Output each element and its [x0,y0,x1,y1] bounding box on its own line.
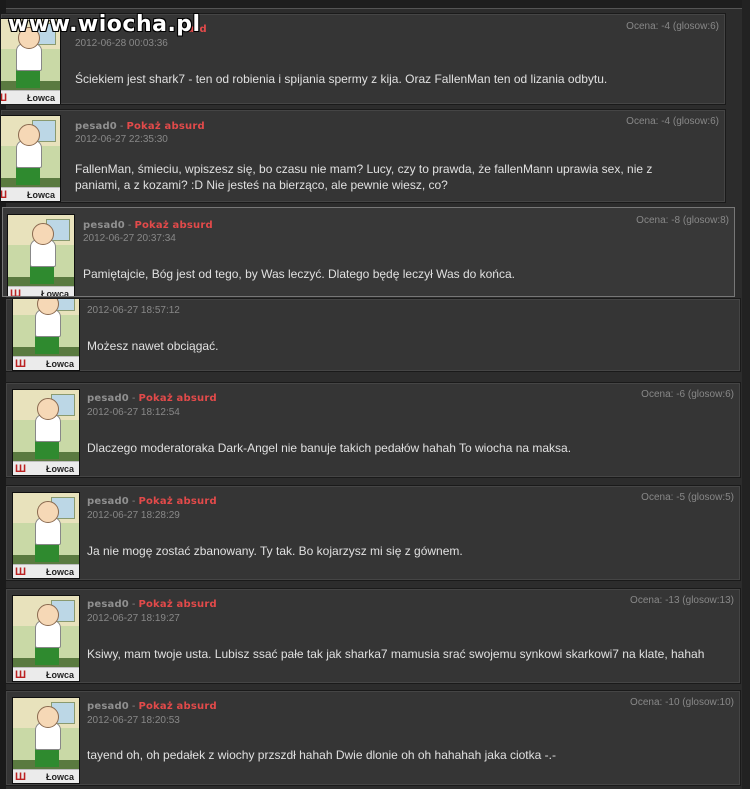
avatar[interactable]: Ш Łowca [12,492,80,579]
comment-date: 2012-06-27 18:28:29 [87,510,180,521]
rank-label: Łowca [45,359,74,369]
comment-author[interactable]: pesad0 [83,220,125,231]
top-bar [0,0,750,9]
show-absurd-link[interactable]: Pokaż absurd [138,496,216,507]
comment: Ш Łowca pesad0 - Pokaż absurd 2012-06-27 … [5,382,741,478]
page-edge [742,0,750,789]
comment-text: tayend oh, oh pedałek z wiochy przszdł h… [87,748,556,762]
site-watermark: www.wiocha.pl [8,12,201,37]
comment-text: Ja nie mogę zostać zbanowany. Ty tak. Bo… [87,544,463,558]
rank-icon: Ш [15,669,27,681]
comment: Ш Łowca 2012-06-27 18:57:12 Możesz nawet … [5,298,741,372]
comment-date: 2012-06-28 00:03:36 [75,38,168,49]
comment-score: Ocena: -8 (glosow:8) [636,215,729,226]
avatar[interactable]: Ш Łowca [12,299,80,371]
rank-label: Łowca [45,464,74,474]
comment-header: pesad0 - Pokaż absurd [87,599,217,610]
comment-date: 2012-06-27 18:19:27 [87,613,180,624]
comment-author[interactable]: pesad0 [87,599,129,610]
comment-author[interactable]: pesad0 [87,496,129,507]
comment-date: 2012-06-27 18:57:12 [87,305,180,316]
show-absurd-link[interactable]: Pokaż absurd [138,599,216,610]
comment-header: pesad0 - Pokaż absurd [75,121,205,132]
comments-page: www.wiocha.pl ШŁowca urd 2012-06-28 00:0… [0,0,750,789]
comment-author[interactable]: pesad0 [75,121,117,132]
comment-highlighted: Ш Łowca pesad0 - Pokaż absurd 2012-06-27 … [2,207,735,297]
rank-icon: Ш [15,358,27,370]
comment-text: Możesz nawet obciągać. [87,339,219,353]
avatar[interactable]: Ш Łowca [12,389,80,476]
rank-icon: Ш [15,463,27,475]
show-absurd-link[interactable]: Pokaż absurd [126,121,204,132]
comment-date: 2012-06-27 18:20:53 [87,715,180,726]
rank-icon: Ш [1,189,7,201]
comment-text: Pamiętajcie, Bóg jest od tego, by Was le… [83,267,515,281]
rank-icon: Ш [10,288,22,297]
comment: Ш Łowca pesad0 - Pokaż absurd 2012-06-27 … [0,109,726,203]
rank-label: Łowca [40,289,69,297]
comment-author[interactable]: pesad0 [87,393,129,404]
rank-label: Łowca [45,772,74,782]
show-absurd-link[interactable]: Pokaż absurd [138,701,216,712]
comment-header: pesad0 - Pokaż absurd [83,220,213,231]
comment-score: Ocena: -13 (glosow:13) [630,595,734,606]
show-absurd-link[interactable]: Pokaż absurd [138,393,216,404]
comment-header: pesad0 - Pokaż absurd [87,393,217,404]
comment: Ш Łowca pesad0 - Pokaż absurd 2012-06-27 … [5,485,741,581]
comment-text: Dlaczego moderatoraka Dark-Angel nie ban… [87,441,572,455]
comment-score: Ocena: -4 (glosow:6) [626,21,719,32]
comment-text: Ściekiem jest shark7 - ten od robienia i… [75,72,608,86]
comment-score: Ocena: -10 (glosow:10) [630,697,734,708]
rank-label: Łowca [26,190,55,200]
comment-date: 2012-06-27 22:35:30 [75,134,168,145]
comment: Ш Łowca pesad0 - Pokaż absurd 2012-06-27 … [5,588,741,684]
comment: Ш Łowca pesad0 - Pokaż absurd 2012-06-27 … [5,690,741,786]
avatar[interactable]: Ш Łowca [12,595,80,682]
comment-text: FallenMan, śmieciu, wpiszesz się, bo cza… [75,162,653,192]
comment-text: Ksiwy, mam twoje usta. Lubisz ssać pałe … [87,647,705,661]
comment-date: 2012-06-27 20:37:34 [83,233,176,244]
rank-label: Łowca [26,93,55,103]
avatar[interactable]: Ш Łowca [12,697,80,784]
comment-score: Ocena: -4 (glosow:6) [626,116,719,127]
rank-icon: Ш [15,566,27,578]
rank-icon: Ш [1,92,7,104]
comment-header: pesad0 - Pokaż absurd [87,496,217,507]
comment-author[interactable]: pesad0 [87,701,129,712]
rank-label: Łowca [45,670,74,680]
comment-score: Ocena: -6 (glosow:6) [641,389,734,400]
comment-score: Ocena: -5 (glosow:5) [641,492,734,503]
comment-date: 2012-06-27 18:12:54 [87,407,180,418]
comment-header: pesad0 - Pokaż absurd [87,701,217,712]
show-absurd-link[interactable]: Pokaż absurd [134,220,212,231]
rank-icon: Ш [15,771,27,783]
avatar[interactable]: Ш Łowca [7,214,75,297]
avatar[interactable]: Ш Łowca [1,115,61,202]
rank-label: Łowca [45,567,74,577]
